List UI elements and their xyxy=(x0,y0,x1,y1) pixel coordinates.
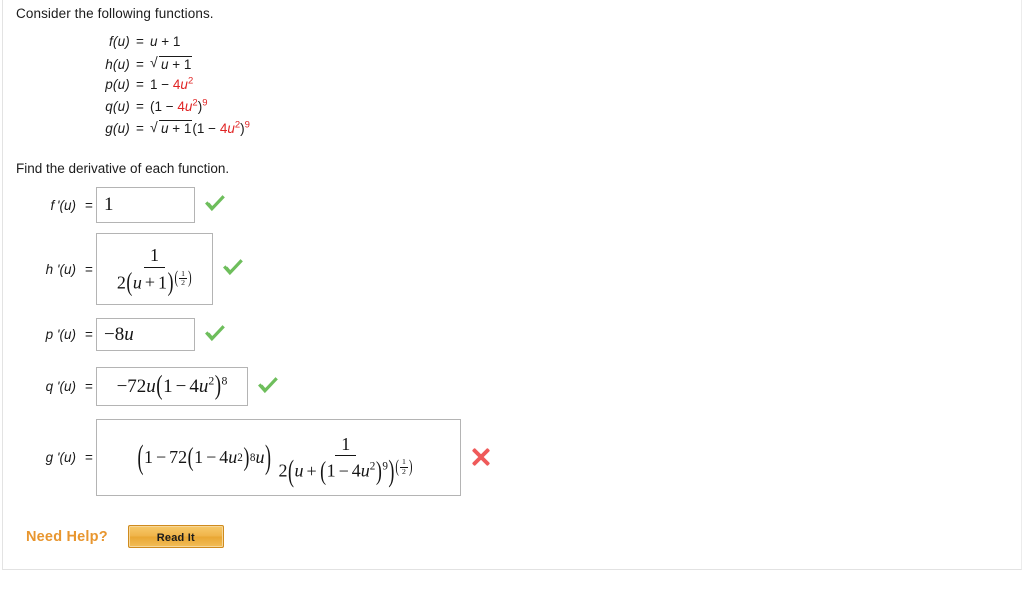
answer-row-g: g '(u) = (1−72(1−4 u 2) 8 u) 1 2(u + (1−4u2)9)… xyxy=(14,419,491,496)
function-name-p: p(u) xyxy=(105,77,130,92)
function-name-f: f(u) xyxy=(108,34,130,49)
function-body-g: u + 1(1 − 4u2)9 xyxy=(150,119,250,137)
function-definition-g: g(u) = u + 1(1 − 4u2)9 xyxy=(88,119,250,142)
answer-value-p: −8u xyxy=(104,323,134,345)
answer-row-q: q '(u) = −72u(1−4u2)8 xyxy=(14,367,278,406)
function-body-f: u + 1 xyxy=(150,34,181,49)
function-definition-f: f(u) = u + 1 xyxy=(88,34,250,56)
answer-input-p[interactable]: −8u xyxy=(96,318,195,351)
read-it-button[interactable]: Read It xyxy=(127,525,224,548)
answer-row-f: f '(u) = 1 xyxy=(14,187,225,223)
need-help-label: Need Help? xyxy=(26,528,108,545)
equals-sign: = xyxy=(136,98,144,114)
equals-sign: = xyxy=(136,121,144,136)
equals-sign: = xyxy=(85,327,93,342)
equals-sign: = xyxy=(85,379,93,394)
square-root-icon: u + 1 xyxy=(150,119,193,136)
equals-sign: = xyxy=(136,77,144,92)
answer-input-h[interactable]: 1 2(u +1)(1 2) xyxy=(96,233,213,305)
need-help-section: Need Help? Read It xyxy=(26,525,224,548)
answer-input-q[interactable]: −72u(1−4u2)8 xyxy=(96,367,248,406)
answer-row-h: h '(u) = 1 2(u +1)(1 2) xyxy=(14,233,243,305)
answer-label-h: h '(u) xyxy=(45,261,76,277)
green-check-icon xyxy=(258,376,278,398)
function-name-h: h(u) xyxy=(105,56,130,72)
green-check-icon xyxy=(223,258,243,280)
red-x-icon xyxy=(471,447,491,469)
read-it-button-label: Read It xyxy=(156,532,195,544)
function-definitions: f(u) = u + 1 h(u) = u + 1 p(u) = 1 − 4u2… xyxy=(88,34,250,142)
exercise-page: Consider the following functions. f(u) =… xyxy=(0,0,1024,594)
function-definition-h: h(u) = u + 1 xyxy=(88,54,250,78)
function-body-p: 1 − 4u2 xyxy=(150,75,194,92)
equals-sign: = xyxy=(85,261,93,277)
answer-value-f: 1 xyxy=(104,194,114,215)
answer-input-f[interactable]: 1 xyxy=(96,187,195,223)
answer-input-g[interactable]: (1−72(1−4 u 2) 8 u) 1 2(u + (1−4u2)9)(1 2) xyxy=(96,419,461,496)
answer-value-g: (1−72(1−4 u 2) 8 u) 1 2(u + (1−4u2)9)(1 2) xyxy=(137,433,413,488)
function-body-q: (1 − 4u2)9 xyxy=(150,97,208,114)
equals-sign: = xyxy=(136,56,144,72)
function-definition-p: p(u) = 1 − 4u2 xyxy=(88,75,250,99)
answer-value-h: 1 2(u +1)(1 2) xyxy=(116,245,192,297)
green-check-icon xyxy=(205,324,225,346)
answer-row-p: p '(u) = −8u xyxy=(14,318,225,351)
square-root-icon: u + 1 xyxy=(150,54,193,72)
prompt-text: Find the derivative of each function. xyxy=(16,161,230,176)
green-check-icon xyxy=(205,194,225,216)
answer-label-q: q '(u) xyxy=(45,379,76,394)
intro-text: Consider the following functions. xyxy=(16,6,214,21)
answer-label-g: g '(u) xyxy=(45,450,76,465)
answer-label-p: p '(u) xyxy=(45,327,76,342)
answer-value-q: −72u(1−4u2)8 xyxy=(116,370,228,401)
function-definition-q: q(u) = (1 − 4u2)9 xyxy=(88,97,250,121)
equals-sign: = xyxy=(136,34,144,49)
function-body-h: u + 1 xyxy=(150,54,193,72)
equals-sign: = xyxy=(85,450,93,465)
function-name-q: q(u) xyxy=(105,98,130,114)
answer-label-f: f '(u) xyxy=(50,197,76,213)
equals-sign: = xyxy=(85,197,93,213)
function-name-g: g(u) xyxy=(105,121,130,136)
